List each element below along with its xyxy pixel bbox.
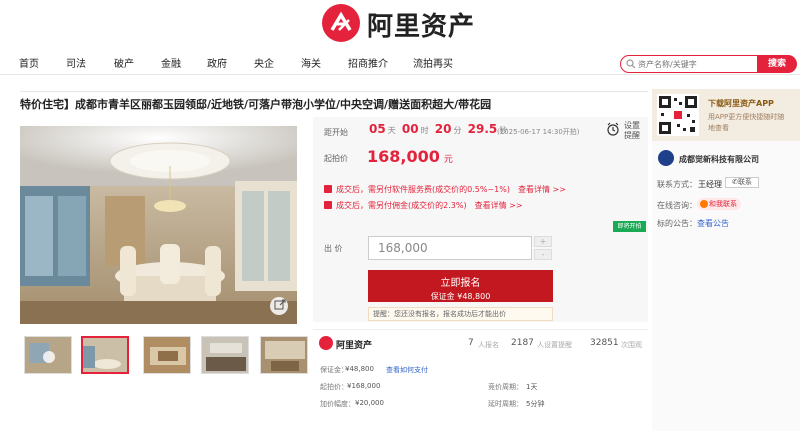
countdown-days: 05 bbox=[369, 122, 386, 136]
reminder-count: 2187 bbox=[511, 338, 534, 348]
platform-logo-icon bbox=[319, 336, 333, 350]
share-icon[interactable] bbox=[274, 299, 286, 311]
countdown-seconds: 29.5 bbox=[467, 122, 498, 136]
title-divider bbox=[20, 91, 648, 92]
bid-cycle-value: 1天 bbox=[526, 383, 538, 391]
fee-row-commission: 成交后，需另付佣金(成交价的2.3%) 查看详情 >> bbox=[324, 200, 523, 211]
start-price-unit: 元 bbox=[443, 155, 453, 165]
platform-name: 阿里资产 bbox=[336, 341, 373, 351]
start-price-amount: 168,000 bbox=[367, 147, 440, 166]
signup-count-label: 人报名 bbox=[478, 341, 499, 349]
signup-count: 7 bbox=[468, 338, 474, 348]
nav-item-investment[interactable]: 招商推介 bbox=[348, 55, 388, 70]
fee-info-icon bbox=[324, 185, 332, 193]
nav-item-government[interactable]: 政府 bbox=[207, 55, 227, 70]
company-logo-icon bbox=[658, 150, 674, 166]
start-price-value: 168,000 元 bbox=[367, 147, 453, 166]
fee-row-service: 成交后，需另付软件服务费(成交价的0.5%~1%) 查看详情 >> bbox=[324, 184, 566, 195]
upcoming-badge: 即将开拍 bbox=[613, 221, 646, 232]
app-download-subtitle: 用APP更方便快捷随时随地查看 bbox=[708, 113, 785, 132]
fee-info-icon bbox=[324, 201, 332, 209]
signup-deposit: 保证金 ¥48,800 bbox=[430, 292, 491, 301]
countdown-minutes: 20 bbox=[434, 122, 452, 136]
reminder-label-line2: 提醒 bbox=[624, 131, 640, 140]
fee-commission-detail-link[interactable]: 查看详情 >> bbox=[475, 201, 523, 210]
auction-start-time: (2025-06-17 14:30开拍) bbox=[497, 128, 580, 136]
countdown-minutes-unit: 分 bbox=[453, 126, 462, 135]
fee-commission-text: 成交后，需另付佣金(成交价的2.3%) bbox=[336, 201, 467, 210]
thumbnail-1[interactable] bbox=[24, 336, 72, 374]
thumbnail-2[interactable] bbox=[81, 336, 129, 374]
contact-button-label: 联系 bbox=[737, 178, 752, 186]
main-photo[interactable] bbox=[20, 126, 297, 324]
company-name[interactable]: 成都觉新科技有限公司 bbox=[679, 154, 759, 165]
signup-button[interactable]: 立即报名 保证金 ¥48,800 bbox=[368, 270, 553, 302]
online-consult-label: 在线咨询： bbox=[657, 201, 697, 210]
reminder-count-label: 人设置提醒 bbox=[537, 341, 572, 349]
delay-cycle-value: 5分钟 bbox=[526, 400, 545, 408]
deposit-label: 保证金： bbox=[320, 366, 348, 374]
alarm-clock-icon bbox=[607, 122, 619, 136]
increment-value: ¥20,000 bbox=[355, 399, 384, 407]
nav-item-customs[interactable]: 海关 bbox=[301, 55, 321, 70]
nav-item-bankruptcy[interactable]: 破产 bbox=[114, 55, 134, 70]
how-to-pay-link[interactable]: 查看如何支付 bbox=[386, 365, 428, 375]
search-input[interactable] bbox=[638, 57, 756, 71]
chat-with-me-label: 和我联系 bbox=[709, 200, 737, 208]
bid-label: 出 价 bbox=[324, 244, 343, 253]
start-price-label: 起拍价 bbox=[324, 154, 348, 163]
thumbnail-5[interactable] bbox=[260, 336, 308, 374]
qr-code-icon bbox=[657, 94, 699, 136]
view-notice-link[interactable]: 查看公告 bbox=[697, 218, 729, 229]
delay-cycle-label: 延时周期： bbox=[488, 400, 523, 408]
start-price-detail-label: 起拍价： bbox=[320, 383, 348, 391]
view-count: 32851 bbox=[590, 338, 619, 348]
listing-title: 特价住宅】成都市青羊区丽都玉园领邸/近地铁/可落户带泡小学位/中央空调/赠送面积… bbox=[20, 98, 492, 111]
thumbnail-3[interactable] bbox=[143, 336, 191, 374]
search-button[interactable]: 搜索 bbox=[757, 55, 797, 73]
contact-label: 联系方式： bbox=[657, 180, 697, 189]
nav-item-judicial[interactable]: 司法 bbox=[66, 55, 86, 70]
stats-divider bbox=[313, 329, 648, 330]
nav-item-central-soe[interactable]: 央企 bbox=[254, 55, 274, 70]
contact-button[interactable]: ✆联系 bbox=[725, 177, 759, 188]
signup-tip: 提醒：您还没有报名，报名成功后才能出价 bbox=[368, 307, 553, 321]
bid-increase-button[interactable]: + bbox=[534, 236, 552, 247]
increment-label: 加价幅度： bbox=[320, 400, 355, 408]
nav-item-home[interactable]: 首页 bbox=[19, 55, 39, 70]
brand-logo-icon[interactable] bbox=[322, 4, 360, 42]
countdown-label: 距开始 bbox=[324, 128, 348, 137]
notice-label: 标的公告： bbox=[657, 219, 697, 228]
nav-item-finance[interactable]: 金融 bbox=[161, 55, 181, 70]
chat-icon bbox=[700, 200, 708, 208]
signup-label: 立即报名 bbox=[440, 278, 481, 289]
countdown-hours-unit: 时 bbox=[420, 126, 429, 135]
fee-service-detail-link[interactable]: 查看详情 >> bbox=[518, 185, 566, 194]
thumbnail-4[interactable] bbox=[201, 336, 249, 374]
nav-item-relist[interactable]: 流拍再买 bbox=[413, 55, 453, 70]
start-price-detail-value: ¥168,000 bbox=[347, 382, 381, 390]
search-icon bbox=[626, 59, 636, 69]
app-download-title: 下载阿里资产APP bbox=[708, 99, 774, 108]
set-reminder-button[interactable]: 设置 提醒 bbox=[606, 120, 646, 150]
top-header: 阿里资产 bbox=[0, 0, 800, 46]
countdown-hours: 00 bbox=[401, 122, 419, 136]
deposit-value: ¥48,800 bbox=[345, 365, 374, 373]
bid-cycle-label: 竞价周期： bbox=[488, 383, 523, 391]
countdown-days-unit: 天 bbox=[387, 126, 396, 135]
contact-name: 王经理 bbox=[698, 180, 722, 189]
bid-amount-input[interactable]: 168,000 bbox=[368, 236, 532, 260]
bid-decrease-button[interactable]: - bbox=[534, 249, 552, 260]
countdown-timer: 05 天 00 时 20 分 29.5 秒 bbox=[369, 122, 509, 136]
brand-name[interactable]: 阿里资产 bbox=[367, 6, 475, 43]
search-box: 搜索 bbox=[620, 55, 797, 73]
chat-with-me-button[interactable]: 和我联系 bbox=[697, 198, 741, 210]
fee-service-text: 成交后，需另付软件服务费(成交价的0.5%~1%) bbox=[336, 185, 510, 194]
view-count-label: 次围观 bbox=[621, 341, 642, 349]
